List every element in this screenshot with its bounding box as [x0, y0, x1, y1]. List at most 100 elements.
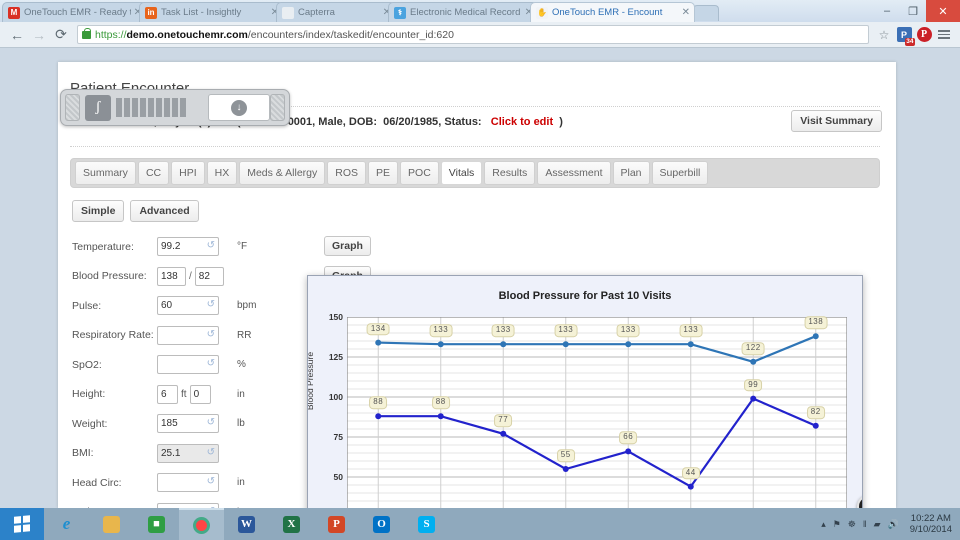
windows-logo-icon: [14, 515, 30, 533]
graph-button-0[interactable]: Graph: [324, 236, 371, 256]
vital-input-field[interactable]: [161, 418, 215, 430]
tab-assessment[interactable]: Assessment: [537, 161, 611, 185]
y-tick-label: 125: [328, 352, 343, 362]
close-chart-button[interactable]: ✕: [857, 495, 862, 508]
taskbar-internet-explorer[interactable]: e: [44, 508, 89, 540]
data-point-label: 122: [741, 342, 765, 355]
tab-summary[interactable]: Summary: [75, 161, 136, 185]
vital-input[interactable]: ↺: [157, 414, 219, 434]
pinterest-icon[interactable]: P: [914, 25, 934, 45]
antivirus-icon[interactable]: ☸: [848, 519, 856, 530]
vital-input[interactable]: [194, 266, 224, 286]
taskbar-excel[interactable]: X: [269, 508, 314, 540]
vital-input[interactable]: ↺: [157, 473, 219, 493]
chart-y-ticks: 255075100125150: [310, 312, 343, 508]
tab-meds-allergy[interactable]: Meds & Allergy: [239, 161, 326, 185]
vital-input[interactable]: ↺: [157, 237, 219, 257]
vital-input-field[interactable]: [161, 270, 182, 282]
status-label: Status:: [444, 116, 482, 128]
vital-input[interactable]: [157, 384, 178, 404]
tab-close-icon[interactable]: ✕: [682, 7, 690, 18]
vital-input[interactable]: [157, 266, 186, 286]
vital-input[interactable]: ↺: [157, 355, 219, 375]
tab-poc[interactable]: POC: [400, 161, 439, 185]
taskbar-windows-store[interactable]: ■: [134, 508, 179, 540]
browser-window: M OneTouch EMR - Ready t ✕ in Task List - In…: [0, 0, 960, 508]
taskbar-powerpoint[interactable]: P: [314, 508, 359, 540]
menu-icon[interactable]: [934, 25, 954, 45]
tab-hx[interactable]: HX: [206, 161, 238, 185]
tab-ros[interactable]: ROS: [327, 161, 367, 185]
vital-row-1: Blood Pressure: /: [72, 262, 322, 292]
vital-unit: %: [237, 359, 246, 371]
browser-tab-0[interactable]: M OneTouch EMR - Ready t ✕: [2, 2, 147, 22]
tab-title: Capterra: [298, 7, 335, 18]
reload-icon[interactable]: ⟳: [50, 24, 72, 46]
vital-unit: lb: [237, 418, 245, 430]
maximize-button[interactable]: ❐: [900, 0, 926, 22]
microphone-button[interactable]: ↓: [208, 94, 270, 121]
tab-favicon: in: [145, 6, 157, 19]
encounter-tabs: Summary CC HPI HX Meds & Allergy ROS PE POC Vita…: [70, 158, 880, 188]
vital-input-field[interactable]: [161, 241, 215, 253]
vital-input[interactable]: [189, 384, 211, 404]
close-window-button[interactable]: ✕: [926, 0, 960, 22]
status-edit-link[interactable]: Click to edit: [491, 116, 553, 128]
tab-hpi[interactable]: HPI: [171, 161, 205, 185]
vital-input-field[interactable]: [161, 477, 215, 489]
vital-input-field[interactable]: [198, 270, 220, 282]
drag-handle-left[interactable]: [65, 94, 80, 121]
taskbar-skype[interactable]: S: [404, 508, 449, 540]
minimize-button[interactable]: –: [874, 0, 900, 22]
taskbar-word[interactable]: W: [224, 508, 269, 540]
vital-input-field[interactable]: [161, 300, 215, 312]
window-controls: – ❐ ✕: [874, 0, 960, 22]
taskbar-outlook[interactable]: O: [359, 508, 404, 540]
network-flag-icon[interactable]: ⚑: [833, 519, 841, 530]
taskbar-google-chrome[interactable]: [179, 508, 224, 540]
clock[interactable]: 10:22 AM 9/10/2014: [910, 513, 952, 535]
vital-input[interactable]: ↺: [157, 443, 219, 463]
back-icon[interactable]: ←: [6, 24, 28, 46]
tab-vitals[interactable]: Vitals: [440, 161, 483, 185]
vital-input[interactable]: ↺: [157, 296, 219, 316]
address-bar[interactable]: https://demo.onetouchemr.com/encounters/…: [77, 25, 869, 44]
volume-icon[interactable]: 🔊: [888, 519, 899, 530]
extension-icon[interactable]: P 34: [894, 25, 915, 46]
clock-date: 9/10/2014: [909, 524, 952, 535]
signal-icon[interactable]: ▰: [874, 519, 881, 530]
dictation-toolbar[interactable]: ʃ ↓: [60, 89, 290, 126]
tab-cc[interactable]: CC: [137, 161, 170, 185]
windows-taskbar: e ■ W X P O S ▴ ⚑ ☸ ‖ ▰ 🔊 10:22 AM 9/10/2014: [0, 508, 960, 540]
bookmark-star-icon[interactable]: ☆: [874, 25, 894, 45]
tab-pe[interactable]: PE: [368, 161, 399, 185]
browser-tab-1[interactable]: in Task List - Insightly ✕: [139, 2, 284, 22]
vital-label: Head Circ:: [72, 476, 122, 489]
tab-superbill[interactable]: Superbill: [651, 161, 709, 185]
start-button[interactable]: [0, 508, 44, 540]
visit-summary-button[interactable]: Visit Summary: [791, 110, 882, 132]
taskbar-file-explorer[interactable]: [89, 508, 134, 540]
vital-input-field[interactable]: [161, 359, 215, 371]
new-tab-button[interactable]: [693, 5, 719, 21]
browser-tab-2[interactable]: Capterra ✕: [276, 2, 396, 22]
browser-tab-4[interactable]: ✋ OneTouch EMR - Encount ✕: [530, 2, 695, 22]
data-point-label: 66: [619, 431, 638, 445]
drag-handle-right[interactable]: [270, 94, 285, 121]
vital-input-field[interactable]: [161, 447, 215, 459]
advanced-mode-button[interactable]: Advanced: [130, 200, 199, 222]
tab-plan[interactable]: Plan: [612, 161, 650, 185]
vital-input[interactable]: ↺: [157, 325, 219, 345]
tab-results[interactable]: Results: [484, 161, 536, 185]
vital-control: ↺: [157, 473, 232, 493]
vital-input-field[interactable]: [193, 388, 207, 400]
browser-tab-3[interactable]: ⚕ Electronic Medical Record ✕: [388, 2, 538, 22]
vital-input-field[interactable]: [161, 329, 215, 341]
vital-control: ↺: [157, 325, 232, 345]
forward-icon[interactable]: →: [28, 24, 50, 46]
simple-mode-button[interactable]: Simple: [72, 200, 125, 222]
vital-row-8: Head Circ: ↺ in: [72, 468, 322, 498]
show-hidden-icons[interactable]: ▴: [821, 519, 826, 530]
devices-icon[interactable]: ‖: [863, 519, 867, 529]
vital-input-field[interactable]: [161, 388, 174, 400]
